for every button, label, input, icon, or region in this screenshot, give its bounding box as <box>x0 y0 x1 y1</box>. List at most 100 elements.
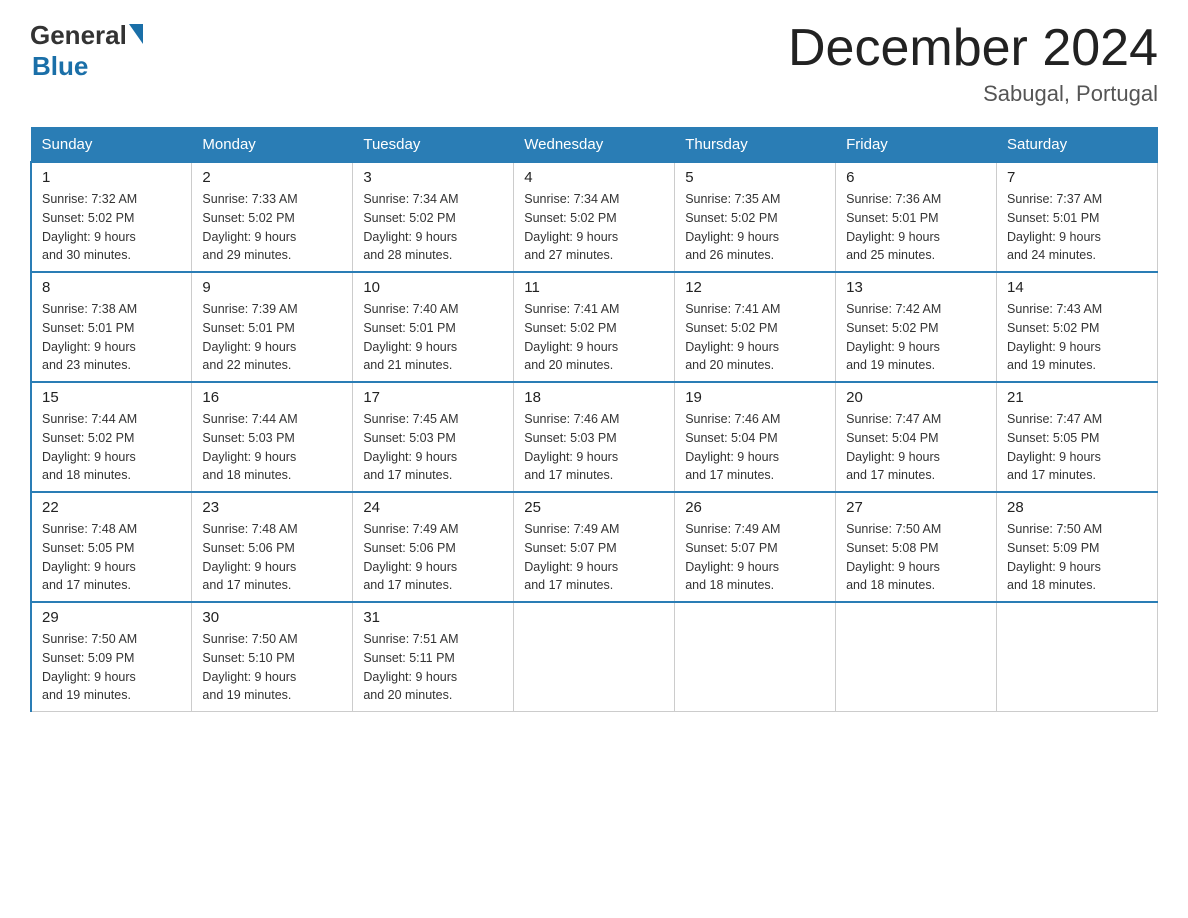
day-cell-21: 21Sunrise: 7:47 AMSunset: 5:05 PMDayligh… <box>997 382 1158 492</box>
page-header: General Blue December 2024 Sabugal, Port… <box>30 20 1158 107</box>
month-year-title: December 2024 <box>788 20 1158 77</box>
day-info: Sunrise: 7:41 AMSunset: 5:02 PMDaylight:… <box>685 300 825 375</box>
day-cell-28: 28Sunrise: 7:50 AMSunset: 5:09 PMDayligh… <box>997 492 1158 602</box>
day-cell-30: 30 Sunrise: 7:50 AMSunset: 5:10 PMDayligh… <box>192 602 353 712</box>
day-info: Sunrise: 7:41 AMSunset: 5:02 PMDaylight:… <box>524 300 664 375</box>
day-info: Sunrise: 7:48 AMSunset: 5:05 PMDaylight:… <box>42 520 181 595</box>
logo: General Blue <box>30 20 143 82</box>
title-area: December 2024 Sabugal, Portugal <box>788 20 1158 107</box>
day-number: 2 <box>202 169 342 186</box>
day-cell-18: 18 Sunrise: 7:46 AMSunset: 5:03 PMDayligh… <box>514 382 675 492</box>
week-row-1: 1 Sunrise: 7:32 AMSunset: 5:02 PMDaylight… <box>31 162 1158 272</box>
header-tuesday: Tuesday <box>353 128 514 163</box>
day-info: Sunrise: 7:38 AMSunset: 5:01 PMDaylight:… <box>42 300 181 375</box>
day-cell-10: 10 Sunrise: 7:40 AMSunset: 5:01 PMDayligh… <box>353 272 514 382</box>
day-info: Sunrise: 7:50 AMSunset: 5:08 PMDaylight:… <box>846 520 986 595</box>
day-cell-12: 12Sunrise: 7:41 AMSunset: 5:02 PMDayligh… <box>675 272 836 382</box>
day-cell-25: 25 Sunrise: 7:49 AMSunset: 5:07 PMDayligh… <box>514 492 675 602</box>
day-info: Sunrise: 7:32 AMSunset: 5:02 PMDaylight:… <box>42 190 181 265</box>
day-cell-2: 2 Sunrise: 7:33 AMSunset: 5:02 PMDaylight… <box>192 162 353 272</box>
empty-cell <box>514 602 675 712</box>
day-cell-27: 27 Sunrise: 7:50 AMSunset: 5:08 PMDayligh… <box>836 492 997 602</box>
header-monday: Monday <box>192 128 353 163</box>
week-row-4: 22 Sunrise: 7:48 AMSunset: 5:05 PMDayligh… <box>31 492 1158 602</box>
day-cell-5: 5Sunrise: 7:35 AMSunset: 5:02 PMDaylight… <box>675 162 836 272</box>
day-info: Sunrise: 7:42 AMSunset: 5:02 PMDaylight:… <box>846 300 986 375</box>
day-info: Sunrise: 7:44 AMSunset: 5:02 PMDaylight:… <box>42 410 181 485</box>
day-number: 10 <box>363 279 503 296</box>
day-number: 13 <box>846 279 986 296</box>
day-cell-20: 20Sunrise: 7:47 AMSunset: 5:04 PMDayligh… <box>836 382 997 492</box>
day-cell-7: 7 Sunrise: 7:37 AMSunset: 5:01 PMDaylight… <box>997 162 1158 272</box>
day-info: Sunrise: 7:49 AMSunset: 5:07 PMDaylight:… <box>524 520 664 595</box>
logo-blue-text: Blue <box>32 51 88 82</box>
day-info: Sunrise: 7:36 AMSunset: 5:01 PMDaylight:… <box>846 190 986 265</box>
day-info: Sunrise: 7:40 AMSunset: 5:01 PMDaylight:… <box>363 300 503 375</box>
header-saturday: Saturday <box>997 128 1158 163</box>
day-cell-19: 19 Sunrise: 7:46 AMSunset: 5:04 PMDayligh… <box>675 382 836 492</box>
day-number: 21 <box>1007 389 1147 406</box>
day-cell-24: 24 Sunrise: 7:49 AMSunset: 5:06 PMDayligh… <box>353 492 514 602</box>
day-number: 22 <box>42 499 181 516</box>
day-info: Sunrise: 7:34 AMSunset: 5:02 PMDaylight:… <box>524 190 664 265</box>
day-info: Sunrise: 7:50 AMSunset: 5:10 PMDaylight:… <box>202 630 342 705</box>
day-number: 7 <box>1007 169 1147 186</box>
week-row-2: 8 Sunrise: 7:38 AMSunset: 5:01 PMDaylight… <box>31 272 1158 382</box>
day-number: 27 <box>846 499 986 516</box>
day-number: 6 <box>846 169 986 186</box>
week-row-5: 29Sunrise: 7:50 AMSunset: 5:09 PMDayligh… <box>31 602 1158 712</box>
day-cell-9: 9 Sunrise: 7:39 AMSunset: 5:01 PMDaylight… <box>192 272 353 382</box>
day-info: Sunrise: 7:51 AMSunset: 5:11 PMDaylight:… <box>363 630 503 705</box>
day-number: 20 <box>846 389 986 406</box>
day-cell-26: 26Sunrise: 7:49 AMSunset: 5:07 PMDayligh… <box>675 492 836 602</box>
day-cell-11: 11Sunrise: 7:41 AMSunset: 5:02 PMDayligh… <box>514 272 675 382</box>
day-cell-29: 29Sunrise: 7:50 AMSunset: 5:09 PMDayligh… <box>31 602 192 712</box>
day-number: 4 <box>524 169 664 186</box>
day-number: 3 <box>363 169 503 186</box>
day-cell-8: 8 Sunrise: 7:38 AMSunset: 5:01 PMDaylight… <box>31 272 192 382</box>
empty-cell <box>675 602 836 712</box>
day-cell-14: 14Sunrise: 7:43 AMSunset: 5:02 PMDayligh… <box>997 272 1158 382</box>
day-info: Sunrise: 7:45 AMSunset: 5:03 PMDaylight:… <box>363 410 503 485</box>
day-cell-22: 22 Sunrise: 7:48 AMSunset: 5:05 PMDayligh… <box>31 492 192 602</box>
day-cell-3: 3 Sunrise: 7:34 AMSunset: 5:02 PMDaylight… <box>353 162 514 272</box>
header-sunday: Sunday <box>31 128 192 163</box>
day-info: Sunrise: 7:49 AMSunset: 5:06 PMDaylight:… <box>363 520 503 595</box>
logo-general-text: General <box>30 20 127 51</box>
header-wednesday: Wednesday <box>514 128 675 163</box>
day-cell-23: 23Sunrise: 7:48 AMSunset: 5:06 PMDayligh… <box>192 492 353 602</box>
day-cell-31: 31Sunrise: 7:51 AMSunset: 5:11 PMDayligh… <box>353 602 514 712</box>
day-number: 30 <box>202 609 342 626</box>
day-number: 1 <box>42 169 181 186</box>
empty-cell <box>997 602 1158 712</box>
day-number: 25 <box>524 499 664 516</box>
day-cell-17: 17Sunrise: 7:45 AMSunset: 5:03 PMDayligh… <box>353 382 514 492</box>
day-cell-6: 6 Sunrise: 7:36 AMSunset: 5:01 PMDaylight… <box>836 162 997 272</box>
day-number: 8 <box>42 279 181 296</box>
day-number: 14 <box>1007 279 1147 296</box>
day-info: Sunrise: 7:44 AMSunset: 5:03 PMDaylight:… <box>202 410 342 485</box>
header-friday: Friday <box>836 128 997 163</box>
day-info: Sunrise: 7:34 AMSunset: 5:02 PMDaylight:… <box>363 190 503 265</box>
location-subtitle: Sabugal, Portugal <box>788 81 1158 107</box>
day-info: Sunrise: 7:37 AMSunset: 5:01 PMDaylight:… <box>1007 190 1147 265</box>
calendar-table: SundayMondayTuesdayWednesdayThursdayFrid… <box>30 127 1158 712</box>
day-info: Sunrise: 7:33 AMSunset: 5:02 PMDaylight:… <box>202 190 342 265</box>
day-number: 24 <box>363 499 503 516</box>
day-info: Sunrise: 7:46 AMSunset: 5:04 PMDaylight:… <box>685 410 825 485</box>
day-info: Sunrise: 7:50 AMSunset: 5:09 PMDaylight:… <box>1007 520 1147 595</box>
day-info: Sunrise: 7:48 AMSunset: 5:06 PMDaylight:… <box>202 520 342 595</box>
day-number: 29 <box>42 609 181 626</box>
logo-triangle-icon <box>129 24 143 44</box>
day-info: Sunrise: 7:39 AMSunset: 5:01 PMDaylight:… <box>202 300 342 375</box>
header-thursday: Thursday <box>675 128 836 163</box>
day-number: 26 <box>685 499 825 516</box>
day-cell-1: 1 Sunrise: 7:32 AMSunset: 5:02 PMDaylight… <box>31 162 192 272</box>
day-number: 15 <box>42 389 181 406</box>
day-info: Sunrise: 7:46 AMSunset: 5:03 PMDaylight:… <box>524 410 664 485</box>
header-row: SundayMondayTuesdayWednesdayThursdayFrid… <box>31 128 1158 163</box>
day-number: 9 <box>202 279 342 296</box>
day-number: 5 <box>685 169 825 186</box>
day-number: 19 <box>685 389 825 406</box>
day-number: 18 <box>524 389 664 406</box>
